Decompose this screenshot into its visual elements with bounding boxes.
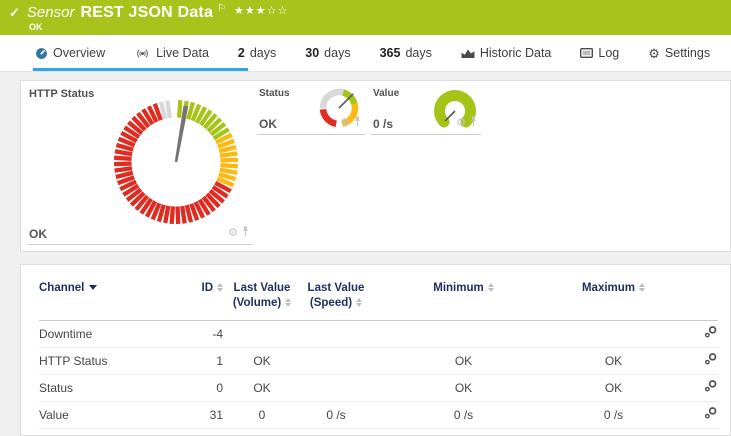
tab-label: Overview xyxy=(53,46,106,60)
column-header-minimum[interactable]: Minimum xyxy=(371,275,556,321)
last-value-speed: 0 /s xyxy=(301,401,371,429)
tab-overview[interactable]: Overview xyxy=(35,46,105,60)
channel-cell-value: Value 0 /s ⚙ xyxy=(371,85,481,135)
sort-both-icon xyxy=(217,283,223,293)
tab-label: days xyxy=(249,46,277,60)
pin-icon[interactable] xyxy=(241,224,250,242)
tab-label: Settings xyxy=(664,46,711,60)
channel-label: Status xyxy=(259,88,290,99)
last-value-speed xyxy=(301,374,371,402)
column-header-maximum[interactable]: Maximum xyxy=(556,275,671,321)
channel-label: Value xyxy=(373,88,400,99)
channel-name: Status xyxy=(39,374,171,402)
column-header-last-value[interactable]: Last Value (Speed) xyxy=(301,275,371,321)
tab-number: 365 xyxy=(379,46,401,60)
status-check-icon: ✓ xyxy=(9,5,20,20)
channel-table: Channel ID Last Value (Volume) Last Value (Sp… xyxy=(39,275,718,429)
chart-icon xyxy=(461,48,475,59)
channel-cell-status: Status OK ⚙ xyxy=(257,85,365,135)
channel-id: -4 xyxy=(171,320,223,348)
channel-id: 0 xyxy=(171,374,223,402)
tab-30-days[interactable]: 30 days xyxy=(305,46,350,60)
channel-name: Downtime xyxy=(39,320,171,348)
channel-settings-icon[interactable] xyxy=(704,406,718,420)
column-header-settings xyxy=(671,275,718,321)
last-value-volume: OK xyxy=(223,374,301,402)
pin-icon[interactable] xyxy=(469,114,478,132)
column-header-last-value[interactable]: Last Value (Volume) xyxy=(223,275,301,321)
channel-table-panel: Channel ID Last Value (Volume) Last Value (Sp… xyxy=(20,264,731,436)
gear-icon[interactable]: ⚙ xyxy=(340,117,350,129)
channel-value: OK xyxy=(29,227,47,241)
maximum-value: 0 /s xyxy=(556,401,671,429)
tab-number: 30 xyxy=(305,46,320,60)
sensor-header: ✓ Sensor REST JSON Data ⚐ ★★★☆☆ OK xyxy=(0,0,731,35)
gauge-icon xyxy=(35,47,48,60)
priority-stars[interactable]: ★★★☆☆ xyxy=(234,4,288,17)
channel-settings-icon[interactable] xyxy=(704,379,718,393)
channel-value: OK xyxy=(259,117,277,131)
flag-icon[interactable]: ⚐ xyxy=(217,3,226,14)
tab-2-days[interactable]: 2 days xyxy=(238,46,276,60)
pin-icon[interactable] xyxy=(353,114,362,132)
stars-empty: ☆☆ xyxy=(266,5,289,17)
tab-label: Log xyxy=(598,46,620,60)
sort-both-icon xyxy=(639,283,646,293)
channel-value: 0 /s xyxy=(373,117,394,131)
maximum-value xyxy=(556,320,671,348)
overview-gauges-panel: HTTP Status OK ⚙ Status OK ⚙ Value 0 /s … xyxy=(20,80,731,252)
active-tab-underline xyxy=(33,68,248,71)
last-value-volume: OK xyxy=(223,347,301,375)
tab-live-data[interactable]: Live Data xyxy=(134,46,209,60)
last-value-volume: 0 xyxy=(223,401,301,429)
channel-id: 1 xyxy=(171,347,223,375)
sort-both-icon xyxy=(285,298,292,308)
broadcast-icon xyxy=(134,48,151,59)
sort-both-icon xyxy=(356,298,363,308)
tab-label: days xyxy=(324,46,351,60)
last-value-speed xyxy=(301,347,371,375)
last-value-volume xyxy=(223,320,301,348)
tab-label: Live Data xyxy=(156,46,209,60)
column-header-channel[interactable]: Channel xyxy=(39,275,171,321)
sort-desc-icon xyxy=(89,285,98,291)
tab-number: 2 xyxy=(237,46,245,60)
channel-cell-http-status: HTTP Status OK ⚙ xyxy=(27,85,253,245)
channel-settings-icon[interactable] xyxy=(704,325,718,339)
channel-name: HTTP Status xyxy=(39,347,171,375)
channel-settings-icon[interactable] xyxy=(704,352,718,366)
tab-label: days xyxy=(405,46,432,60)
sensor-title: REST JSON Data xyxy=(80,4,214,21)
object-kind-label: Sensor xyxy=(26,4,75,21)
cog-icon: ⚙ xyxy=(648,45,660,61)
sort-both-icon xyxy=(487,283,494,293)
table-row-downtime: Downtime -4 xyxy=(39,320,718,348)
gear-icon[interactable]: ⚙ xyxy=(456,117,466,129)
maximum-value: OK xyxy=(556,374,671,402)
maximum-value: OK xyxy=(556,347,671,375)
minimum-value xyxy=(371,320,556,348)
channel-name: Value xyxy=(39,401,171,429)
tab-365-days[interactable]: 365 days xyxy=(380,46,432,60)
channel-label: HTTP Status xyxy=(29,88,95,100)
stars-filled: ★★★ xyxy=(234,5,267,17)
tab-label: Historic Data xyxy=(479,46,552,60)
minimum-value: 0 /s xyxy=(371,401,556,429)
tab-log[interactable]: Log xyxy=(580,46,619,60)
gear-icon[interactable]: ⚙ xyxy=(228,227,238,239)
http-status-gauge xyxy=(113,100,239,225)
tab-bar: Overview Live Data 2 days 30 days 365 days Histo… xyxy=(0,35,731,72)
channel-id: 31 xyxy=(171,401,223,429)
minimum-value: OK xyxy=(371,347,556,375)
last-value-speed xyxy=(301,320,371,348)
tab-historic-data[interactable]: Historic Data xyxy=(461,46,552,60)
table-row-value: Value 31 0 0 /s 0 /s 0 /s xyxy=(39,401,718,429)
log-icon xyxy=(580,48,594,58)
minimum-value: OK xyxy=(371,374,556,402)
table-row-http-status: HTTP Status 1 OK OK OK xyxy=(39,347,718,375)
tab-settings[interactable]: ⚙ Settings xyxy=(648,46,710,60)
table-row-status: Status 0 OK OK OK xyxy=(39,374,718,402)
column-header-id[interactable]: ID xyxy=(171,275,223,321)
sensor-status-text: OK xyxy=(29,22,43,32)
